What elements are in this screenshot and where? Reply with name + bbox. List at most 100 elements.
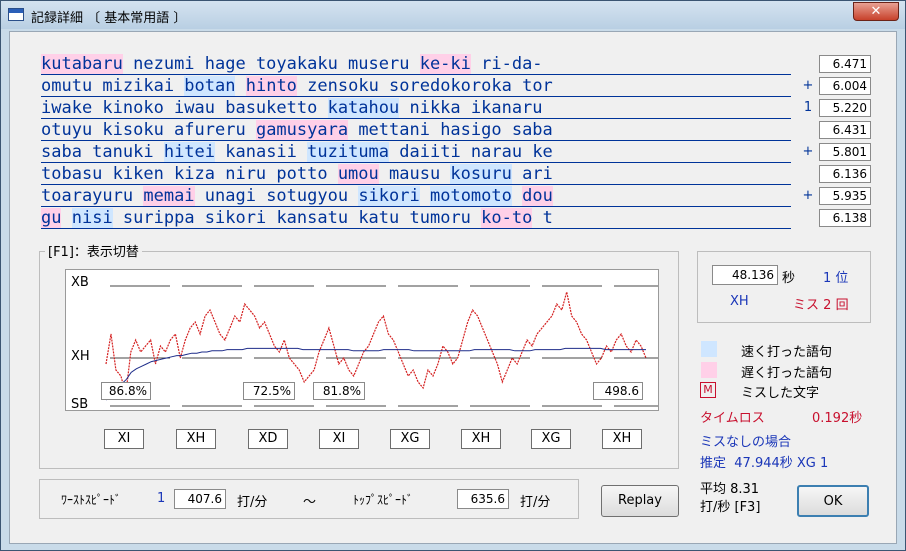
miss-unit: 回: [835, 298, 849, 313]
chart-speed-box: 498.6: [593, 382, 643, 400]
title-bar[interactable]: 記録詳細 〔 基本常用語 〕 ✕: [1, 1, 905, 29]
ok-button[interactable]: OK: [797, 485, 869, 517]
line-time-field: 6.136: [819, 165, 871, 183]
close-button[interactable]: ✕: [853, 2, 899, 21]
line-mark: 1: [803, 100, 813, 115]
worst-speed-index: 1: [157, 491, 166, 506]
typed-text: omutu mizikai: [41, 76, 185, 96]
slow-word: kutabaru: [41, 54, 123, 74]
typed-text: ri-da-: [470, 54, 543, 74]
typed-line: saba tanuki hitei kanasii tuzituma daiit…: [41, 142, 791, 163]
typed-text: otuyu kisoku afureru: [41, 120, 256, 140]
typed-text: [420, 186, 430, 206]
chart-percent-box: 81.8%: [313, 382, 365, 400]
slow-word: g: [255, 120, 267, 140]
typed-text: [235, 76, 245, 96]
slow-word: gu: [41, 208, 62, 228]
fast-word: katahou: [327, 98, 400, 118]
average-line1: 平均 8.31: [700, 482, 760, 497]
slow-word: hinto: [245, 76, 297, 96]
slow-legend-swatch: [701, 362, 717, 378]
line-time-field: 6.471: [819, 55, 871, 73]
top-speed-unit: 打/分: [520, 495, 551, 510]
segment-grade: XG: [390, 429, 430, 449]
typed-line: omutu mizikai botan hinto zensoku soredo…: [41, 76, 791, 97]
slow-word: ke-ki: [419, 54, 471, 74]
segment-grade: XI: [319, 429, 359, 449]
speed-series-line: [105, 291, 647, 395]
fast-word: sikori: [358, 186, 420, 206]
slow-legend-text: 遅く打った語句: [741, 366, 833, 381]
fast-word: nisi: [71, 208, 113, 228]
total-time-field: 48.136: [712, 265, 778, 285]
fast-legend-text: 速く打った語句: [741, 345, 833, 360]
typed-text: daiiti narau ke: [389, 142, 553, 162]
worst-speed-field: 407.6: [174, 489, 226, 509]
typed-text: [512, 186, 522, 206]
worst-speed-unit: 打/分: [237, 495, 268, 510]
line-time-field: 6.138: [819, 209, 871, 227]
window-app-icon: [8, 8, 24, 21]
result-grade: XH: [730, 294, 749, 309]
line-time-field: 6.004: [819, 77, 871, 95]
typed-line: iwake kinoko iwau basuketto katahou nikk…: [41, 98, 791, 119]
line-mark: +: [802, 188, 814, 203]
no-miss-label: ミスなしの場合: [700, 435, 792, 450]
fast-legend-swatch: [701, 341, 717, 357]
typed-line: tobasu kiken kiza niru potto umou mausu …: [41, 164, 791, 185]
typed-text: saba tanuki: [41, 142, 164, 162]
segment-grade: XH: [461, 429, 501, 449]
miss-count: 2: [823, 298, 832, 313]
typed-text: t: [532, 208, 553, 228]
miss-legend-text: ミスした文字: [741, 386, 820, 401]
line-time-field: 6.431: [819, 121, 871, 139]
line-time-field: 5.220: [819, 99, 871, 117]
seconds-unit: 秒: [782, 271, 796, 286]
slow-word: umou: [337, 164, 379, 184]
fast-word: motomoto: [429, 186, 512, 206]
chart-y-label-sb: SB: [71, 397, 89, 412]
line-time-field: 5.935: [819, 187, 871, 205]
chart-percent-box: 86.8%: [101, 382, 151, 400]
typed-text: toarayuru: [41, 186, 144, 206]
typed-text: unagi sotugyou: [194, 186, 359, 206]
slow-word: ko-to: [481, 208, 533, 228]
typed-text: nikka ikanaru: [399, 98, 543, 118]
estimate-value: 47.944秒 XG 1: [734, 456, 829, 471]
miss-label: ミス: [793, 298, 820, 313]
speed-range-tilde: 〜: [303, 495, 317, 510]
typed-text: iwake kinoko iwau basuketto: [41, 98, 328, 118]
typed-text: [61, 208, 71, 228]
typed-text: ari: [511, 164, 553, 184]
segment-grade: XD: [248, 429, 288, 449]
display-toggle-label[interactable]: [F1]：表示切替: [45, 241, 142, 260]
no-miss-estimate: 推定 47.944秒 XG 1: [700, 452, 828, 471]
typed-text: tobasu kiken kiza niru potto: [41, 164, 338, 184]
typed-text: nezumi hage toyakaku museru: [122, 54, 420, 74]
line-mark: +: [802, 144, 814, 159]
miss-char-icon: M: [700, 382, 716, 398]
average-speed: 平均 8.31 打/秒 [F3]: [700, 481, 760, 517]
average-series-line: [105, 347, 646, 401]
average-line2: 打/秒 [F3]: [700, 500, 761, 515]
fast-word: hitei: [163, 142, 216, 162]
typed-text: zensoku soredokoroka tor: [296, 76, 553, 96]
time-loss-value: 0.192秒: [812, 411, 863, 426]
line-mark: +: [802, 78, 814, 93]
typed-line: gu nisi surippa sikori kansatu katu tumo…: [41, 208, 791, 229]
replay-button[interactable]: Replay: [601, 485, 679, 517]
segment-grade: XH: [602, 429, 642, 449]
typed-line: otuyu kisoku afureru gamusyara mettani h…: [41, 120, 791, 141]
top-speed-label: ﾄｯﾌﾟｽﾋﾟｰﾄﾞ: [353, 493, 414, 507]
typed-line: kutabaru nezumi hage toyakaku museru ke-…: [41, 54, 791, 75]
time-loss-label: タイムロス: [700, 411, 765, 426]
fast-word: tuzituma: [307, 142, 390, 162]
worst-speed-label: ﾜｰｽﾄｽﾋﾟｰﾄﾞ: [61, 493, 122, 507]
segment-grade: XH: [176, 429, 216, 449]
fast-word: botan: [184, 76, 236, 96]
typed-text: mausu: [378, 164, 451, 184]
chart-percent-box: 72.5%: [243, 382, 295, 400]
chart-y-label-xb: XB: [71, 275, 89, 290]
segment-grade: XG: [531, 429, 571, 449]
chart-y-label-xh: XH: [71, 349, 90, 364]
